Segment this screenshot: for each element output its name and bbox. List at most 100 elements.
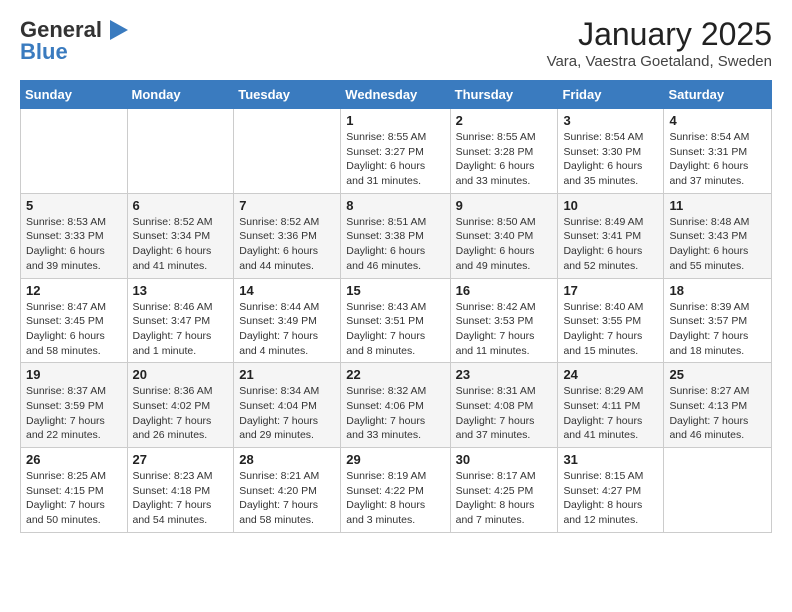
header-saturday: Saturday xyxy=(664,81,772,109)
calendar-table: Sunday Monday Tuesday Wednesday Thursday… xyxy=(20,80,772,533)
calendar-week-row: 26 Sunrise: 8:25 AMSunset: 4:15 PMDayligh… xyxy=(21,448,772,533)
day-number: 25 xyxy=(669,367,766,382)
day-info: Sunrise: 8:48 AMSunset: 3:43 PMDaylight:… xyxy=(669,215,766,274)
calendar-day-cell xyxy=(21,109,128,194)
calendar-day-cell: 13 Sunrise: 8:46 AMSunset: 3:47 PMDayligh… xyxy=(127,278,234,363)
day-number: 18 xyxy=(669,283,766,298)
calendar-week-row: 12Sunrise: 8:47 AMSunset: 3:45 PMDayligh… xyxy=(21,278,772,363)
day-info: Sunrise: 8:36 AMSunset: 4:02 PMDaylight:… xyxy=(133,384,229,443)
day-info: Sunrise: 8:34 AMSunset: 4:04 PMDaylight:… xyxy=(239,384,335,443)
day-info: Sunrise: 8:49 AMSunset: 3:41 PMDaylight:… xyxy=(563,215,658,274)
calendar-day-cell xyxy=(234,109,341,194)
day-number: 12 xyxy=(26,283,122,298)
day-number: 5 xyxy=(26,198,122,213)
calendar-day-cell xyxy=(127,109,234,194)
day-info: Sunrise: 8:23 AMSunset: 4:18 PMDaylight:… xyxy=(133,469,229,528)
calendar-day-cell: 23 Sunrise: 8:31 AMSunset: 4:08 PMDayligh… xyxy=(450,363,558,448)
day-info: Sunrise: 8:46 AMSunset: 3:47 PMDaylight:… xyxy=(133,300,229,359)
day-info: Sunrise: 8:43 AMSunset: 3:51 PMDaylight:… xyxy=(346,300,444,359)
calendar-day-cell: 1Sunrise: 8:55 AMSunset: 3:27 PMDaylight… xyxy=(341,109,450,194)
day-info: Sunrise: 8:53 AMSunset: 3:33 PMDaylight:… xyxy=(26,215,122,274)
day-number: 13 xyxy=(133,283,229,298)
day-info: Sunrise: 8:15 AMSunset: 4:27 PMDaylight:… xyxy=(563,469,658,528)
day-number: 24 xyxy=(563,367,658,382)
calendar-title: January 2025 xyxy=(547,16,772,53)
calendar-day-cell: 28 Sunrise: 8:21 AMSunset: 4:20 PMDayligh… xyxy=(234,448,341,533)
calendar-day-cell: 9Sunrise: 8:50 AMSunset: 3:40 PMDaylight… xyxy=(450,193,558,278)
calendar-day-cell: 19 Sunrise: 8:37 AMSunset: 3:59 PMDayligh… xyxy=(21,363,128,448)
day-info: Sunrise: 8:42 AMSunset: 3:53 PMDaylight:… xyxy=(456,300,553,359)
calendar-subtitle: Vara, Vaestra Goetaland, Sweden xyxy=(547,53,772,70)
day-number: 16 xyxy=(456,283,553,298)
day-number: 11 xyxy=(669,198,766,213)
day-number: 28 xyxy=(239,452,335,467)
calendar-day-cell: 16 Sunrise: 8:42 AMSunset: 3:53 PMDayligh… xyxy=(450,278,558,363)
header: General Blue January 2025 Vara, Vaestra … xyxy=(20,16,772,70)
day-number: 2 xyxy=(456,113,553,128)
day-number: 3 xyxy=(563,113,658,128)
day-number: 31 xyxy=(563,452,658,467)
calendar-week-row: 19 Sunrise: 8:37 AMSunset: 3:59 PMDayligh… xyxy=(21,363,772,448)
day-info: Sunrise: 8:52 AMSunset: 3:34 PMDaylight:… xyxy=(133,215,229,274)
calendar-page: General Blue January 2025 Vara, Vaestra … xyxy=(0,0,792,553)
calendar-day-cell: 20 Sunrise: 8:36 AMSunset: 4:02 PMDayligh… xyxy=(127,363,234,448)
calendar-day-cell: 31 Sunrise: 8:15 AMSunset: 4:27 PMDayligh… xyxy=(558,448,664,533)
day-number: 10 xyxy=(563,198,658,213)
day-info: Sunrise: 8:27 AMSunset: 4:13 PMDaylight:… xyxy=(669,384,766,443)
calendar-day-cell: 22 Sunrise: 8:32 AMSunset: 4:06 PMDayligh… xyxy=(341,363,450,448)
calendar-day-cell: 8 Sunrise: 8:51 AMSunset: 3:38 PMDaylight… xyxy=(341,193,450,278)
day-info: Sunrise: 8:32 AMSunset: 4:06 PMDaylight:… xyxy=(346,384,444,443)
calendar-day-cell: 30Sunrise: 8:17 AMSunset: 4:25 PMDayligh… xyxy=(450,448,558,533)
calendar-day-cell: 14Sunrise: 8:44 AMSunset: 3:49 PMDayligh… xyxy=(234,278,341,363)
calendar-day-cell: 15Sunrise: 8:43 AMSunset: 3:51 PMDayligh… xyxy=(341,278,450,363)
calendar-day-cell: 2 Sunrise: 8:55 AMSunset: 3:28 PMDaylight… xyxy=(450,109,558,194)
day-number: 6 xyxy=(133,198,229,213)
day-number: 26 xyxy=(26,452,122,467)
day-info: Sunrise: 8:19 AMSunset: 4:22 PMDaylight:… xyxy=(346,469,444,528)
calendar-day-cell: 3 Sunrise: 8:54 AMSunset: 3:30 PMDaylight… xyxy=(558,109,664,194)
logo-area: General Blue xyxy=(20,16,132,64)
day-number: 29 xyxy=(346,452,444,467)
header-thursday: Thursday xyxy=(450,81,558,109)
day-info: Sunrise: 8:52 AMSunset: 3:36 PMDaylight:… xyxy=(239,215,335,274)
calendar-day-cell: 17Sunrise: 8:40 AMSunset: 3:55 PMDayligh… xyxy=(558,278,664,363)
day-info: Sunrise: 8:54 AMSunset: 3:31 PMDaylight:… xyxy=(669,130,766,189)
calendar-day-cell xyxy=(664,448,772,533)
logo-icon xyxy=(104,16,132,44)
header-sunday: Sunday xyxy=(21,81,128,109)
title-area: January 2025 Vara, Vaestra Goetaland, Sw… xyxy=(547,16,772,70)
calendar-day-cell: 26 Sunrise: 8:25 AMSunset: 4:15 PMDayligh… xyxy=(21,448,128,533)
day-info: Sunrise: 8:21 AMSunset: 4:20 PMDaylight:… xyxy=(239,469,335,528)
day-info: Sunrise: 8:55 AMSunset: 3:28 PMDaylight:… xyxy=(456,130,553,189)
day-number: 8 xyxy=(346,198,444,213)
day-number: 17 xyxy=(563,283,658,298)
calendar-day-cell: 18 Sunrise: 8:39 AMSunset: 3:57 PMDayligh… xyxy=(664,278,772,363)
day-number: 19 xyxy=(26,367,122,382)
day-info: Sunrise: 8:31 AMSunset: 4:08 PMDaylight:… xyxy=(456,384,553,443)
day-number: 22 xyxy=(346,367,444,382)
day-number: 30 xyxy=(456,452,553,467)
header-tuesday: Tuesday xyxy=(234,81,341,109)
day-number: 21 xyxy=(239,367,335,382)
calendar-day-cell: 10 Sunrise: 8:49 AMSunset: 3:41 PMDayligh… xyxy=(558,193,664,278)
day-info: Sunrise: 8:25 AMSunset: 4:15 PMDaylight:… xyxy=(26,469,122,528)
day-number: 23 xyxy=(456,367,553,382)
header-wednesday: Wednesday xyxy=(341,81,450,109)
day-info: Sunrise: 8:51 AMSunset: 3:38 PMDaylight:… xyxy=(346,215,444,274)
calendar-day-cell: 4Sunrise: 8:54 AMSunset: 3:31 PMDaylight… xyxy=(664,109,772,194)
weekday-header-row: Sunday Monday Tuesday Wednesday Thursday… xyxy=(21,81,772,109)
calendar-day-cell: 29 Sunrise: 8:19 AMSunset: 4:22 PMDayligh… xyxy=(341,448,450,533)
calendar-day-cell: 27Sunrise: 8:23 AMSunset: 4:18 PMDayligh… xyxy=(127,448,234,533)
day-info: Sunrise: 8:54 AMSunset: 3:30 PMDaylight:… xyxy=(563,130,658,189)
day-info: Sunrise: 8:39 AMSunset: 3:57 PMDaylight:… xyxy=(669,300,766,359)
day-number: 20 xyxy=(133,367,229,382)
day-number: 1 xyxy=(346,113,444,128)
calendar-week-row: 5 Sunrise: 8:53 AMSunset: 3:33 PMDaylight… xyxy=(21,193,772,278)
calendar-day-cell: 6 Sunrise: 8:52 AMSunset: 3:34 PMDaylight… xyxy=(127,193,234,278)
calendar-day-cell: 7Sunrise: 8:52 AMSunset: 3:36 PMDaylight… xyxy=(234,193,341,278)
day-info: Sunrise: 8:37 AMSunset: 3:59 PMDaylight:… xyxy=(26,384,122,443)
day-info: Sunrise: 8:44 AMSunset: 3:49 PMDaylight:… xyxy=(239,300,335,359)
day-info: Sunrise: 8:50 AMSunset: 3:40 PMDaylight:… xyxy=(456,215,553,274)
calendar-day-cell: 12Sunrise: 8:47 AMSunset: 3:45 PMDayligh… xyxy=(21,278,128,363)
calendar-day-cell: 25 Sunrise: 8:27 AMSunset: 4:13 PMDayligh… xyxy=(664,363,772,448)
